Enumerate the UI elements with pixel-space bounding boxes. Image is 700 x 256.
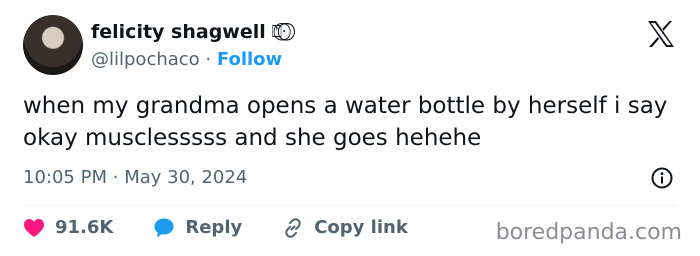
tweet-time: 10:05 PM — [23, 167, 107, 188]
author-display-name[interactable]: felicity shagwell — [91, 20, 266, 44]
like-button[interactable]: 91.6K — [23, 216, 113, 240]
info-icon[interactable] — [650, 166, 674, 190]
follow-link[interactable]: Follow — [217, 49, 282, 70]
copy-link-label: Copy link — [314, 217, 408, 238]
reply-button[interactable]: Reply — [153, 216, 242, 240]
action-bar: 91.6K Reply Copy link — [23, 216, 448, 240]
divider — [23, 205, 677, 206]
speech-bubble-icon — [154, 218, 174, 238]
author-handle[interactable]: @lilpochaco — [91, 49, 200, 70]
author-handle-row: @lilpochaco · Follow — [91, 48, 282, 72]
tweet-date: May 30, 2024 — [124, 167, 248, 188]
tweet-text: when my grandma opens a water bottle by … — [23, 93, 668, 151]
tweet-timestamp[interactable]: 10:05 PM · May 30, 2024 — [23, 166, 247, 190]
timestamp-separator: · — [112, 167, 119, 188]
heart-icon — [24, 219, 44, 237]
copy-link-button[interactable]: Copy link — [282, 216, 408, 240]
author-name-row: felicity shagwell ⍞·⃝ ⃝⃝ — [91, 20, 290, 44]
link-icon — [285, 218, 301, 238]
reply-label: Reply — [185, 217, 243, 238]
x-logo-icon[interactable] — [646, 20, 676, 48]
likes-count: 91.6K — [55, 217, 114, 238]
author-name-emoji: ⍞·⃝ ⃝⃝ — [271, 22, 291, 42]
avatar[interactable] — [23, 15, 83, 75]
handle-separator: · — [205, 49, 212, 70]
watermark: boredpanda.com — [495, 220, 682, 245]
